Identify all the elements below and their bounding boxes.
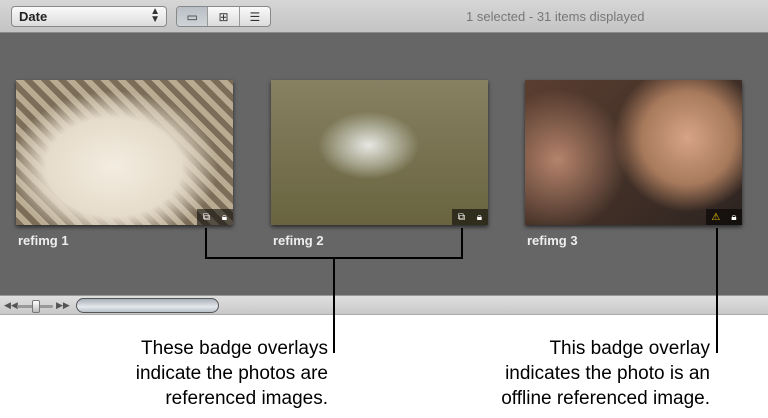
image-browser: ⧉ 🔒︎ refimg 1 ⧉ 🔒︎ refimg 2 ⚠ 🔒︎ refimg 3 (0, 33, 768, 295)
grid-icon: ⊞ (218, 9, 229, 24)
badge-overlay: ⧉ 🔒︎ (452, 209, 488, 225)
callout-line (461, 228, 463, 259)
view-mode-control: ▭ ⊞ ☰ (176, 6, 271, 27)
stepper-arrows-icon: ▲ ▼ (150, 6, 160, 25)
callout-text: indicate the photos are (135, 363, 328, 384)
filmstrip-view-button[interactable]: ▭ (177, 7, 209, 26)
sort-select[interactable]: Date ▲ ▼ (11, 6, 167, 27)
callout-text: These badge overlays (141, 338, 328, 359)
thumbnail-refimg-3[interactable]: ⚠ 🔒︎ (525, 80, 742, 225)
callout-line (205, 228, 207, 259)
callout-left: These badge overlays indicate the photos… (136, 336, 328, 411)
slider-knob[interactable] (32, 300, 40, 313)
grid-view-button[interactable]: ⊞ (208, 7, 240, 26)
locked-icon: 🔒︎ (731, 211, 737, 223)
thumbnail-refimg-2[interactable]: ⧉ 🔒︎ (271, 80, 488, 225)
horizontal-scrollbar[interactable] (76, 298, 219, 313)
locked-icon: 🔒︎ (476, 211, 483, 223)
referenced-icon: ⧉ (457, 211, 466, 223)
toolbar: Date ▲ ▼ ▭ ⊞ ☰ 1 selected - 31 items displ… (0, 0, 768, 33)
image-label: refimg 2 (273, 233, 324, 248)
locked-icon: 🔒︎ (221, 211, 228, 223)
callout-text: indicates the photo is an (505, 363, 710, 384)
list-view-button[interactable]: ☰ (240, 7, 270, 26)
callout-text: offline referenced image. (501, 388, 710, 409)
callout-right: This badge overlay indicates the photo i… (501, 336, 710, 411)
callout-text: This badge overlay (549, 338, 710, 359)
shrink-icon: ◀◀ (4, 300, 18, 310)
enlarge-icon: ▶▶ (56, 300, 70, 310)
callout-line (333, 257, 335, 353)
list-icon: ☰ (249, 9, 261, 24)
filmstrip-icon: ▭ (186, 9, 198, 24)
badge-overlay: ⧉ 🔒︎ (197, 209, 233, 225)
thumbnail-refimg-1[interactable]: ⧉ 🔒︎ (16, 80, 233, 225)
bottom-bar: ◀◀ ▶▶ (0, 295, 768, 315)
sort-value: Date (19, 9, 48, 24)
referenced-icon: ⧉ (202, 211, 211, 223)
image-label: refimg 1 (18, 233, 69, 248)
callout-text: referenced images. (165, 388, 328, 409)
image-label: refimg 3 (527, 233, 578, 248)
offline-referenced-icon: ⚠ (711, 211, 721, 223)
callout-line (716, 228, 718, 353)
status-text: 1 selected - 31 items displayed (466, 9, 645, 24)
badge-overlay: ⚠ 🔒︎ (706, 209, 742, 225)
